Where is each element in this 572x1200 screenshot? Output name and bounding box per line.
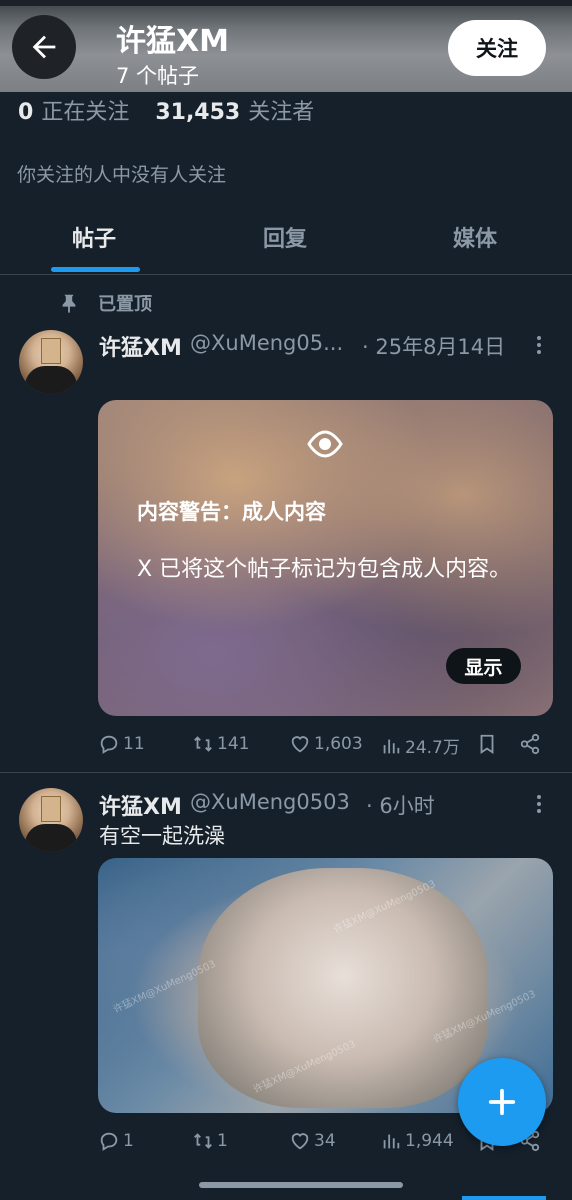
like-count: 1,603 bbox=[314, 734, 363, 754]
tweet-more-icon[interactable] bbox=[537, 333, 543, 357]
reply-button[interactable]: 1 bbox=[98, 1130, 134, 1152]
heart-icon bbox=[291, 1133, 309, 1150]
tweet-author-name[interactable]: 许猛XM bbox=[99, 789, 182, 821]
tab-media[interactable]: 媒体 bbox=[453, 221, 497, 253]
profile-name: 许猛XM bbox=[116, 24, 229, 59]
reply-count: 1 bbox=[123, 1131, 134, 1151]
views-icon bbox=[383, 1134, 400, 1149]
retweet-count: 141 bbox=[217, 734, 250, 754]
post-count: 7 个帖子 bbox=[116, 64, 200, 88]
retweet-button[interactable]: 1 bbox=[192, 1130, 228, 1152]
pinned-indicator: 已置顶 bbox=[58, 290, 152, 316]
tweet-timestamp[interactable]: · 6小时 bbox=[366, 790, 435, 820]
pinned-label: 已置顶 bbox=[98, 294, 152, 315]
views-count: 1,944 bbox=[405, 1131, 454, 1151]
profile-tabs: 帖子 回复 媒体 bbox=[0, 205, 572, 275]
tab-replies[interactable]: 回复 bbox=[263, 221, 307, 253]
profile-header: 许猛XM 7 个帖子 关注 bbox=[0, 0, 572, 92]
follow-button[interactable]: 关注 bbox=[448, 20, 546, 76]
bookmark-button[interactable] bbox=[476, 733, 498, 755]
views-button[interactable]: 1,944 bbox=[380, 1130, 454, 1152]
retweet-icon bbox=[194, 736, 212, 752]
pin-icon bbox=[62, 294, 76, 314]
retweet-button[interactable]: 141 bbox=[192, 733, 249, 755]
share-button[interactable] bbox=[519, 733, 541, 755]
following-count: 0 bbox=[18, 100, 34, 125]
bookmark-icon bbox=[480, 734, 494, 754]
avatar-body bbox=[25, 824, 77, 852]
plus-icon bbox=[488, 1088, 516, 1116]
content-warning-text: X 已将这个帖子标记为包含成人内容。 bbox=[137, 557, 512, 582]
like-count: 34 bbox=[314, 1131, 336, 1151]
profile-stats: 0 正在关注 31,453 关注者 bbox=[18, 94, 314, 126]
eye-icon bbox=[307, 430, 343, 458]
reply-icon bbox=[100, 1132, 118, 1151]
retweet-count: 1 bbox=[217, 1131, 228, 1151]
retweet-icon bbox=[194, 1133, 212, 1149]
followers-stat[interactable]: 31,453 关注者 bbox=[155, 94, 314, 126]
tweet-timestamp[interactable]: · 25年8月14日 bbox=[362, 331, 505, 361]
like-button[interactable]: 1,603 bbox=[289, 733, 363, 755]
followers-count: 31,453 bbox=[155, 100, 241, 125]
followers-you-know-note: 你关注的人中没有人关注 bbox=[17, 164, 227, 186]
tab-posts[interactable]: 帖子 bbox=[72, 221, 116, 253]
nav-accent-bar bbox=[462, 1196, 546, 1200]
tweet-author-handle[interactable]: @XuMeng0503 bbox=[190, 790, 350, 814]
views-count: 24.7万 bbox=[405, 738, 460, 758]
tweet-actions: 11 141 1,603 24.7万 bbox=[98, 733, 548, 763]
reply-count: 11 bbox=[123, 734, 145, 754]
avatar[interactable] bbox=[19, 788, 83, 852]
like-button[interactable]: 34 bbox=[289, 1130, 336, 1152]
avatar[interactable] bbox=[19, 330, 83, 394]
following-stat[interactable]: 0 正在关注 bbox=[18, 94, 129, 126]
home-indicator bbox=[199, 1182, 403, 1188]
show-content-button[interactable]: 显示 bbox=[446, 648, 521, 684]
tweet-author-handle[interactable]: @XuMeng05... bbox=[190, 331, 343, 355]
compose-button[interactable] bbox=[458, 1058, 546, 1146]
followers-label: 关注者 bbox=[248, 100, 315, 125]
following-label: 正在关注 bbox=[41, 100, 130, 125]
arrow-left-icon bbox=[32, 35, 56, 59]
sensitive-media-card[interactable]: 内容警告：成人内容 X 已将这个帖子标记为包含成人内容。 显示 bbox=[98, 400, 553, 716]
tweet-text: 有空一起洗澡 bbox=[99, 824, 225, 848]
content-warning-title: 内容警告：成人内容 bbox=[137, 500, 326, 524]
avatar-body bbox=[25, 366, 77, 394]
tweet-divider bbox=[0, 772, 572, 773]
active-tab-indicator bbox=[51, 267, 140, 272]
reply-button[interactable]: 11 bbox=[98, 733, 145, 755]
share-icon bbox=[520, 733, 540, 755]
tweet-more-icon[interactable] bbox=[537, 792, 543, 816]
reply-icon bbox=[100, 735, 118, 754]
photo-subject bbox=[198, 868, 488, 1108]
back-button[interactable] bbox=[12, 15, 76, 79]
avatar-face bbox=[41, 338, 61, 364]
tweet-author-name[interactable]: 许猛XM bbox=[99, 330, 182, 362]
avatar-face bbox=[41, 796, 61, 822]
heart-icon bbox=[291, 736, 309, 753]
views-button[interactable]: 24.7万 bbox=[380, 733, 460, 758]
views-icon bbox=[383, 739, 400, 753]
